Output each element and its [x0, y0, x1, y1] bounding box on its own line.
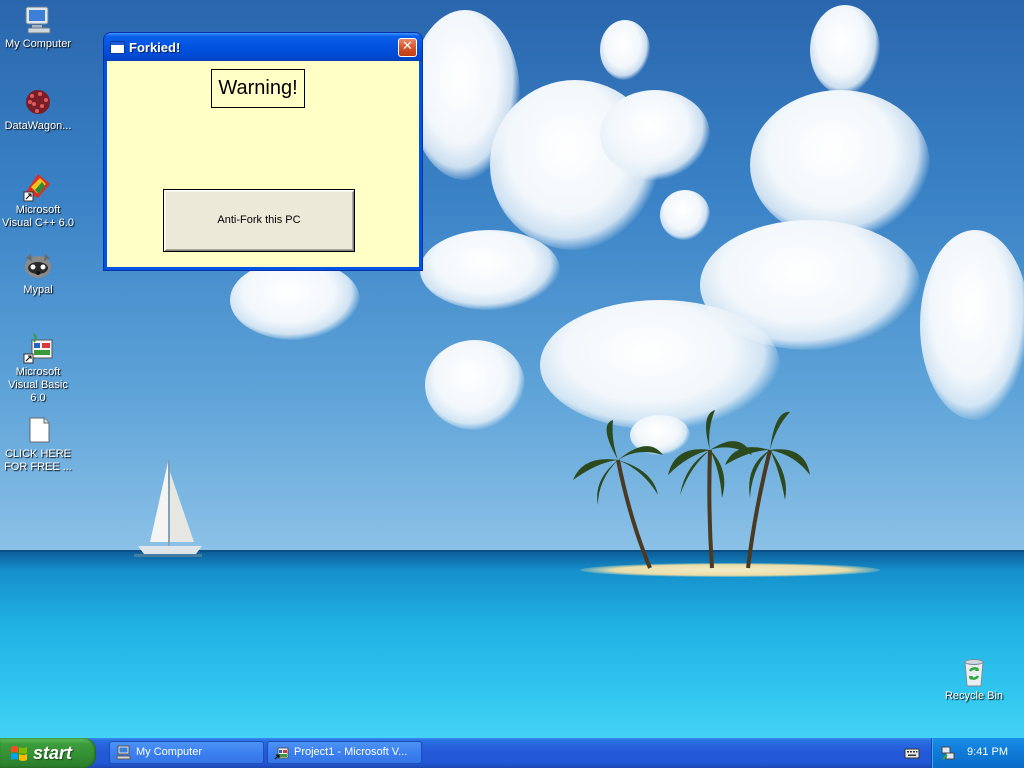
sea — [0, 552, 1024, 738]
mypal-icon — [22, 250, 54, 282]
clock[interactable]: 9:41 PM — [967, 746, 1008, 758]
close-icon: ✕ — [402, 39, 413, 54]
cloud — [750, 90, 930, 240]
cloud — [660, 190, 710, 240]
desktop-icon-datawagon[interactable]: DataWagon... — [0, 86, 76, 133]
palm-trees — [573, 410, 810, 569]
desktop-icon-label: Mypal — [23, 284, 53, 296]
warning-label: Warning! — [211, 69, 305, 108]
network-icon[interactable] — [940, 745, 956, 761]
desktop-icon-visual-basic[interactable]: Microsoft Visual Basic 6.0 — [0, 332, 76, 405]
desktop-icon-mypal[interactable]: Mypal — [0, 250, 76, 297]
datawagon-icon — [22, 86, 54, 118]
forkied-window[interactable]: Forkied! ✕ Warning! Anti-Fork this PC — [104, 33, 422, 270]
desktop-icon-my-computer[interactable]: My Computer — [0, 4, 76, 51]
desktop-icon-label: Recycle Bin — [944, 690, 1004, 702]
window-title: Forkied! — [129, 40, 181, 55]
cloud — [420, 230, 560, 310]
window-client-area: Warning! Anti-Fork this PC — [107, 61, 419, 267]
cloud — [600, 90, 710, 180]
desktop-icon-label: CLICK HERE FOR FREE ... — [4, 448, 72, 473]
desktop-icon-visual-cpp[interactable]: Microsoft Visual C++ 6.0 — [0, 170, 76, 230]
window-app-icon[interactable] — [110, 41, 125, 54]
cloud — [230, 260, 360, 340]
my-computer-icon — [116, 745, 131, 760]
keyboard-icon[interactable] — [904, 746, 920, 760]
visual-cpp-icon — [22, 170, 54, 202]
desktop-icon-click-here[interactable]: CLICK HERE FOR FREE ... — [0, 414, 76, 474]
recycle-bin-icon — [958, 656, 990, 688]
desktop-icon-label: Microsoft Visual Basic 6.0 — [8, 366, 68, 404]
close-button[interactable]: ✕ — [398, 38, 417, 57]
desktop-icon-label: DataWagon... — [4, 120, 72, 132]
taskbar-button-project1[interactable]: Project1 - Microsoft V... — [267, 741, 422, 764]
desktop-icon-label: Microsoft Visual C++ 6.0 — [2, 204, 74, 229]
taskbar: start My Computer Project1 - Microsoft V… — [0, 738, 1024, 768]
my-computer-icon — [22, 4, 54, 36]
visual-basic-icon — [22, 332, 54, 364]
sailboat — [134, 460, 202, 557]
system-tray: 9:41 PM — [931, 738, 1024, 768]
cloud — [810, 5, 880, 95]
cloud — [600, 20, 650, 80]
cloud — [920, 230, 1024, 420]
taskbar-button-my-computer[interactable]: My Computer — [109, 741, 264, 764]
taskbar-button-label: Project1 - Microsoft V... — [294, 746, 408, 758]
windows-logo-icon — [11, 746, 27, 761]
window-titlebar[interactable]: Forkied! ✕ — [104, 33, 422, 61]
start-label: start — [33, 743, 73, 763]
cloud — [425, 340, 525, 430]
desktop-icon-recycle-bin[interactable]: Recycle Bin — [936, 656, 1012, 703]
anti-fork-button[interactable]: Anti-Fork this PC — [163, 189, 355, 252]
blank-document-icon — [22, 414, 54, 446]
start-button[interactable]: start — [0, 738, 96, 768]
desktop-icon-label: My Computer — [4, 38, 72, 50]
taskbar-button-label: My Computer — [136, 746, 203, 758]
visual-basic-icon — [274, 747, 289, 760]
